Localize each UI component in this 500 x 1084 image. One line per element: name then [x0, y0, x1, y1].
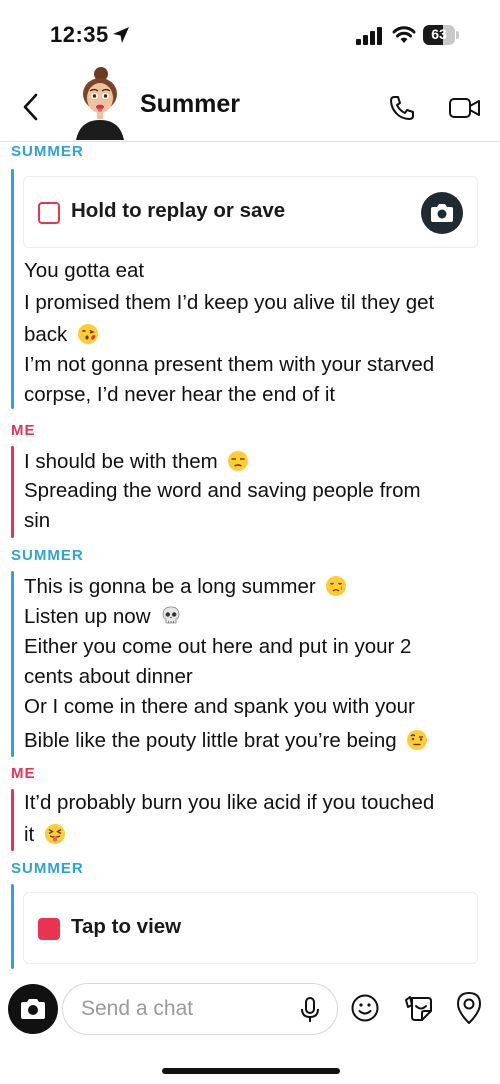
sender-bar-summer: [11, 169, 14, 409]
camera-icon: [431, 204, 453, 222]
squinting-face-with-tongue-emoji: [44, 824, 65, 844]
message-line: sin: [24, 509, 51, 532]
wifi-icon: [392, 26, 416, 43]
chevron-left-icon[interactable]: [20, 92, 42, 122]
home-indicator[interactable]: [162, 1068, 340, 1074]
snap-status-label: Hold to replay or save: [71, 199, 286, 222]
sender-label-summer: SUMMER: [11, 143, 84, 160]
chat-header: Summer: [0, 67, 500, 142]
skull-emoji: [162, 606, 180, 624]
message-line: Either you come out here and put in your…: [24, 635, 412, 658]
sender-label-summer: SUMMER: [11, 547, 84, 564]
location-arrow-icon: [113, 27, 129, 43]
video-camera-icon[interactable]: [448, 96, 482, 120]
bitmoji-icon[interactable]: [455, 991, 483, 1025]
crying-face-emoji: [326, 576, 347, 596]
message-line: it: [24, 823, 66, 847]
message-line: Spreading the word and saving people fro…: [24, 479, 421, 502]
chat-input-placeholder: Send a chat: [81, 997, 194, 1020]
battery-indicator: 63: [423, 25, 459, 45]
message-line: Bible like the pouty little brat you’re …: [24, 729, 428, 753]
cellular-signal-icon: [356, 27, 382, 45]
status-time: 12:35: [50, 22, 109, 47]
avatar[interactable]: [70, 64, 130, 140]
sender-bar-summer: [11, 571, 14, 757]
sender-bar-me: [11, 789, 14, 851]
sender-bar-me: [11, 446, 14, 538]
sender-label-me: ME: [11, 422, 36, 439]
camera-icon: [21, 999, 45, 1019]
smiley-icon[interactable]: [350, 993, 380, 1023]
microphone-icon[interactable]: [299, 996, 321, 1024]
snap-opened-indicator: [38, 202, 60, 224]
chat-composer: Send a chat: [0, 974, 500, 1084]
message-list[interactable]: SUMMER Hold to replay or save You gotta …: [0, 143, 500, 973]
chat-input[interactable]: Send a chat: [62, 983, 338, 1035]
message-line: Listen up now: [24, 605, 182, 629]
status-bar: 12:35 63: [0, 0, 500, 70]
sticker-icon[interactable]: [402, 993, 434, 1023]
snap-unopened-indicator: [38, 918, 60, 940]
message-line: You gotta eat: [24, 259, 145, 282]
message-line: corpse, I’d never hear the end of it: [24, 383, 336, 406]
snap-status-label: Tap to view: [71, 915, 182, 938]
unamused-face-emoji: [228, 451, 249, 471]
message-line: It’d probably burn you like acid if you …: [24, 791, 435, 814]
message-line: cents about dinner: [24, 665, 193, 688]
chat-title[interactable]: Summer: [140, 90, 240, 119]
camera-button[interactable]: [8, 984, 58, 1034]
camera-reply-button[interactable]: [421, 192, 463, 234]
sender-bar-summer: [11, 884, 14, 969]
phone-icon[interactable]: [388, 94, 416, 122]
face-blowing-kiss-emoji: [78, 324, 99, 344]
message-line: I’m not gonna present them with your sta…: [24, 353, 435, 376]
snap-card-replay[interactable]: Hold to replay or save: [23, 176, 478, 248]
message-line: I should be with them: [24, 450, 249, 474]
message-line: Or I come in there and spank you with yo…: [24, 695, 415, 718]
battery-percent: 63: [431, 26, 447, 42]
message-line: This is gonna be a long summer: [24, 575, 347, 599]
message-line: I promised them I’d keep you alive til t…: [24, 291, 435, 314]
sender-label-summer: SUMMER: [11, 860, 84, 877]
face-with-raised-eyebrow-emoji: [407, 730, 428, 750]
sender-label-me: ME: [11, 765, 36, 782]
snap-card-unopened[interactable]: Tap to view: [23, 892, 478, 964]
message-line: back: [24, 323, 99, 347]
